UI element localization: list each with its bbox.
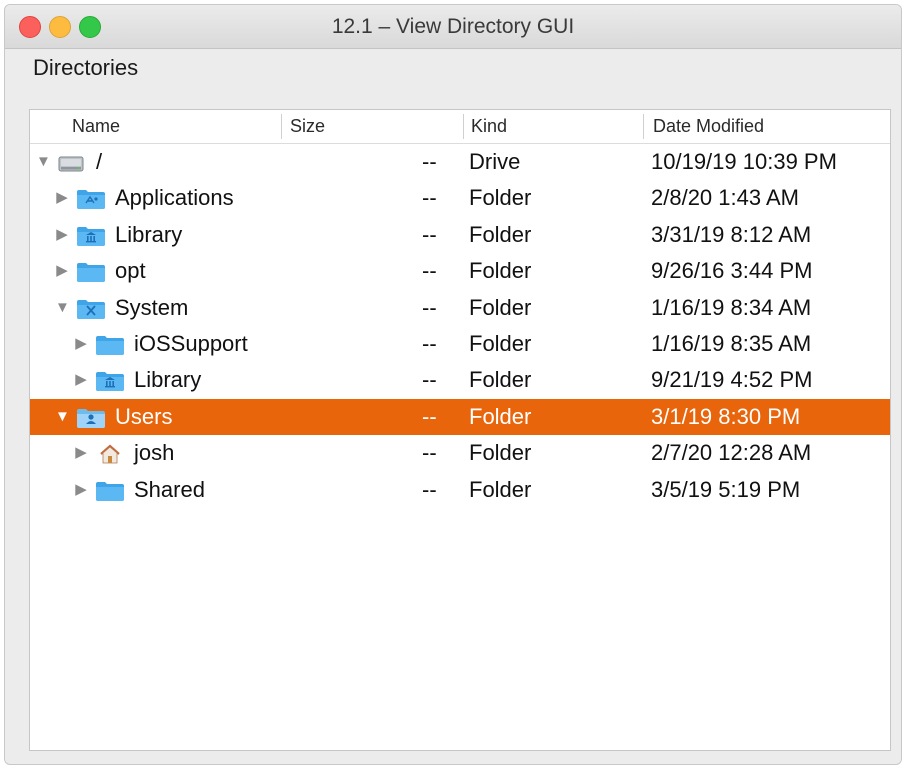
- row-name: opt: [115, 258, 146, 284]
- directories-label: Directories: [33, 55, 139, 80]
- row-kind: Folder: [469, 330, 532, 356]
- app-window: 12.1 – View Directory GUI Directories Na…: [4, 4, 902, 765]
- table-header: Name Size Kind Date Modified: [30, 110, 890, 144]
- row-date-modified: 10/19/19 10:39 PM: [651, 149, 837, 174]
- disclosure-triangle-collapsed-icon[interactable]: ▶: [74, 435, 88, 471]
- row-name: iOSSupport: [134, 330, 248, 356]
- table-row[interactable]: ▼ System -- Folder 1/16/19 8:34 AM: [30, 290, 890, 326]
- system-folder-icon: [76, 298, 106, 320]
- row-size: --: [422, 330, 437, 356]
- row-date-modified: 3/1/19 8:30 PM: [651, 403, 801, 429]
- column-divider[interactable]: [281, 114, 282, 139]
- row-date-modified: 1/16/19 8:34 AM: [651, 294, 812, 320]
- row-date-modified: 3/31/19 8:12 AM: [651, 221, 812, 247]
- folder-icon: [95, 480, 125, 502]
- row-kind: Folder: [469, 258, 532, 284]
- row-kind: Folder: [469, 367, 532, 393]
- disclosure-triangle-collapsed-icon[interactable]: ▶: [74, 362, 88, 398]
- column-header-name[interactable]: Name: [72, 110, 120, 143]
- row-kind: Folder: [469, 476, 532, 502]
- row-name: Library: [134, 367, 202, 393]
- table-row[interactable]: ▶ iOSSupport -- Folder 1/16/19 8:35 AM: [30, 326, 890, 362]
- window-title: 12.1 – View Directory GUI: [331, 15, 575, 38]
- table-row[interactable]: ▶ josh -- Folder 2/7/20 12:28 AM: [30, 435, 890, 471]
- directory-tree-table[interactable]: Name Size Kind Date Modified ▼ / -- Drive 10…: [29, 109, 891, 751]
- table-row[interactable]: ▼ Users -- Folder 3/1/19 8:30 PM: [30, 398, 890, 436]
- row-date-modified: 1/16/19 8:35 AM: [651, 330, 812, 356]
- row-name: Users: [115, 403, 173, 429]
- row-kind: Folder: [469, 403, 532, 429]
- row-kind: Folder: [469, 185, 532, 211]
- row-name: Library: [115, 221, 183, 247]
- row-name: System: [115, 294, 189, 320]
- row-kind: Folder: [469, 221, 532, 247]
- disclosure-triangle-collapsed-icon[interactable]: ▶: [55, 217, 69, 253]
- row-size: --: [422, 440, 437, 466]
- folder-icon: [95, 334, 125, 356]
- row-size: --: [422, 258, 437, 284]
- row-kind: Folder: [469, 294, 532, 320]
- disclosure-triangle-collapsed-icon[interactable]: ▶: [55, 180, 69, 216]
- folder-icon: [76, 261, 106, 283]
- library-folder-icon: [95, 370, 125, 392]
- applications-folder-icon: [76, 188, 106, 210]
- row-name: /: [96, 149, 103, 174]
- column-header-size[interactable]: Size: [290, 110, 325, 143]
- row-date-modified: 3/5/19 5:19 PM: [651, 476, 801, 502]
- users-folder-icon: [76, 407, 106, 429]
- disclosure-triangle-collapsed-icon[interactable]: ▶: [55, 253, 69, 289]
- drive-icon: [57, 152, 87, 174]
- row-name: Shared: [134, 476, 205, 502]
- row-kind: Folder: [469, 440, 532, 466]
- disclosure-triangle-collapsed-icon[interactable]: ▶: [74, 472, 88, 508]
- row-date-modified: 2/7/20 12:28 AM: [651, 440, 812, 466]
- row-date-modified: 9/26/16 3:44 PM: [651, 258, 813, 284]
- row-date-modified: 2/8/20 1:43 AM: [651, 185, 799, 211]
- row-size: --: [422, 185, 437, 211]
- row-size: --: [422, 149, 437, 174]
- table-row[interactable]: ▶ opt -- Folder 9/26/16 3:44 PM: [30, 253, 890, 289]
- table-rows: ▼ / -- Drive 10/19/19 10:39 PM ▶ Applications -…: [30, 144, 890, 508]
- disclosure-triangle-collapsed-icon[interactable]: ▶: [74, 326, 88, 362]
- library-folder-icon: [76, 225, 106, 247]
- disclosure-triangle-expanded-icon[interactable]: ▼: [55, 290, 70, 326]
- table-row[interactable]: ▼ / -- Drive 10/19/19 10:39 PM: [30, 144, 890, 180]
- home-icon: [95, 443, 125, 465]
- row-date-modified: 9/21/19 4:52 PM: [651, 367, 813, 393]
- table-row[interactable]: ▶ Shared -- Folder 3/5/19 5:19 PM: [30, 472, 890, 508]
- row-size: --: [422, 403, 437, 429]
- disclosure-triangle-expanded-icon[interactable]: ▼: [55, 399, 70, 435]
- row-size: --: [422, 367, 437, 393]
- row-kind: Drive: [469, 149, 521, 174]
- row-name: Applications: [115, 185, 234, 211]
- row-name: josh: [134, 440, 175, 466]
- row-size: --: [422, 221, 437, 247]
- column-header-date-modified[interactable]: Date Modified: [653, 110, 764, 143]
- column-divider[interactable]: [643, 114, 644, 139]
- disclosure-triangle-expanded-icon[interactable]: ▼: [36, 144, 51, 180]
- table-row[interactable]: ▶ Library -- Folder 9/21/19 4:52 PM: [30, 362, 890, 398]
- column-header-kind[interactable]: Kind: [471, 110, 507, 143]
- row-size: --: [422, 476, 437, 502]
- table-row[interactable]: ▶ Applications -- Folder 2/8/20 1:43 AM: [30, 180, 890, 216]
- title-bar[interactable]: 12.1 – View Directory GUI: [5, 5, 901, 49]
- column-divider[interactable]: [463, 114, 464, 139]
- row-size: --: [422, 294, 437, 320]
- table-row[interactable]: ▶ Library -- Folder 3/31/19 8:12 AM: [30, 217, 890, 253]
